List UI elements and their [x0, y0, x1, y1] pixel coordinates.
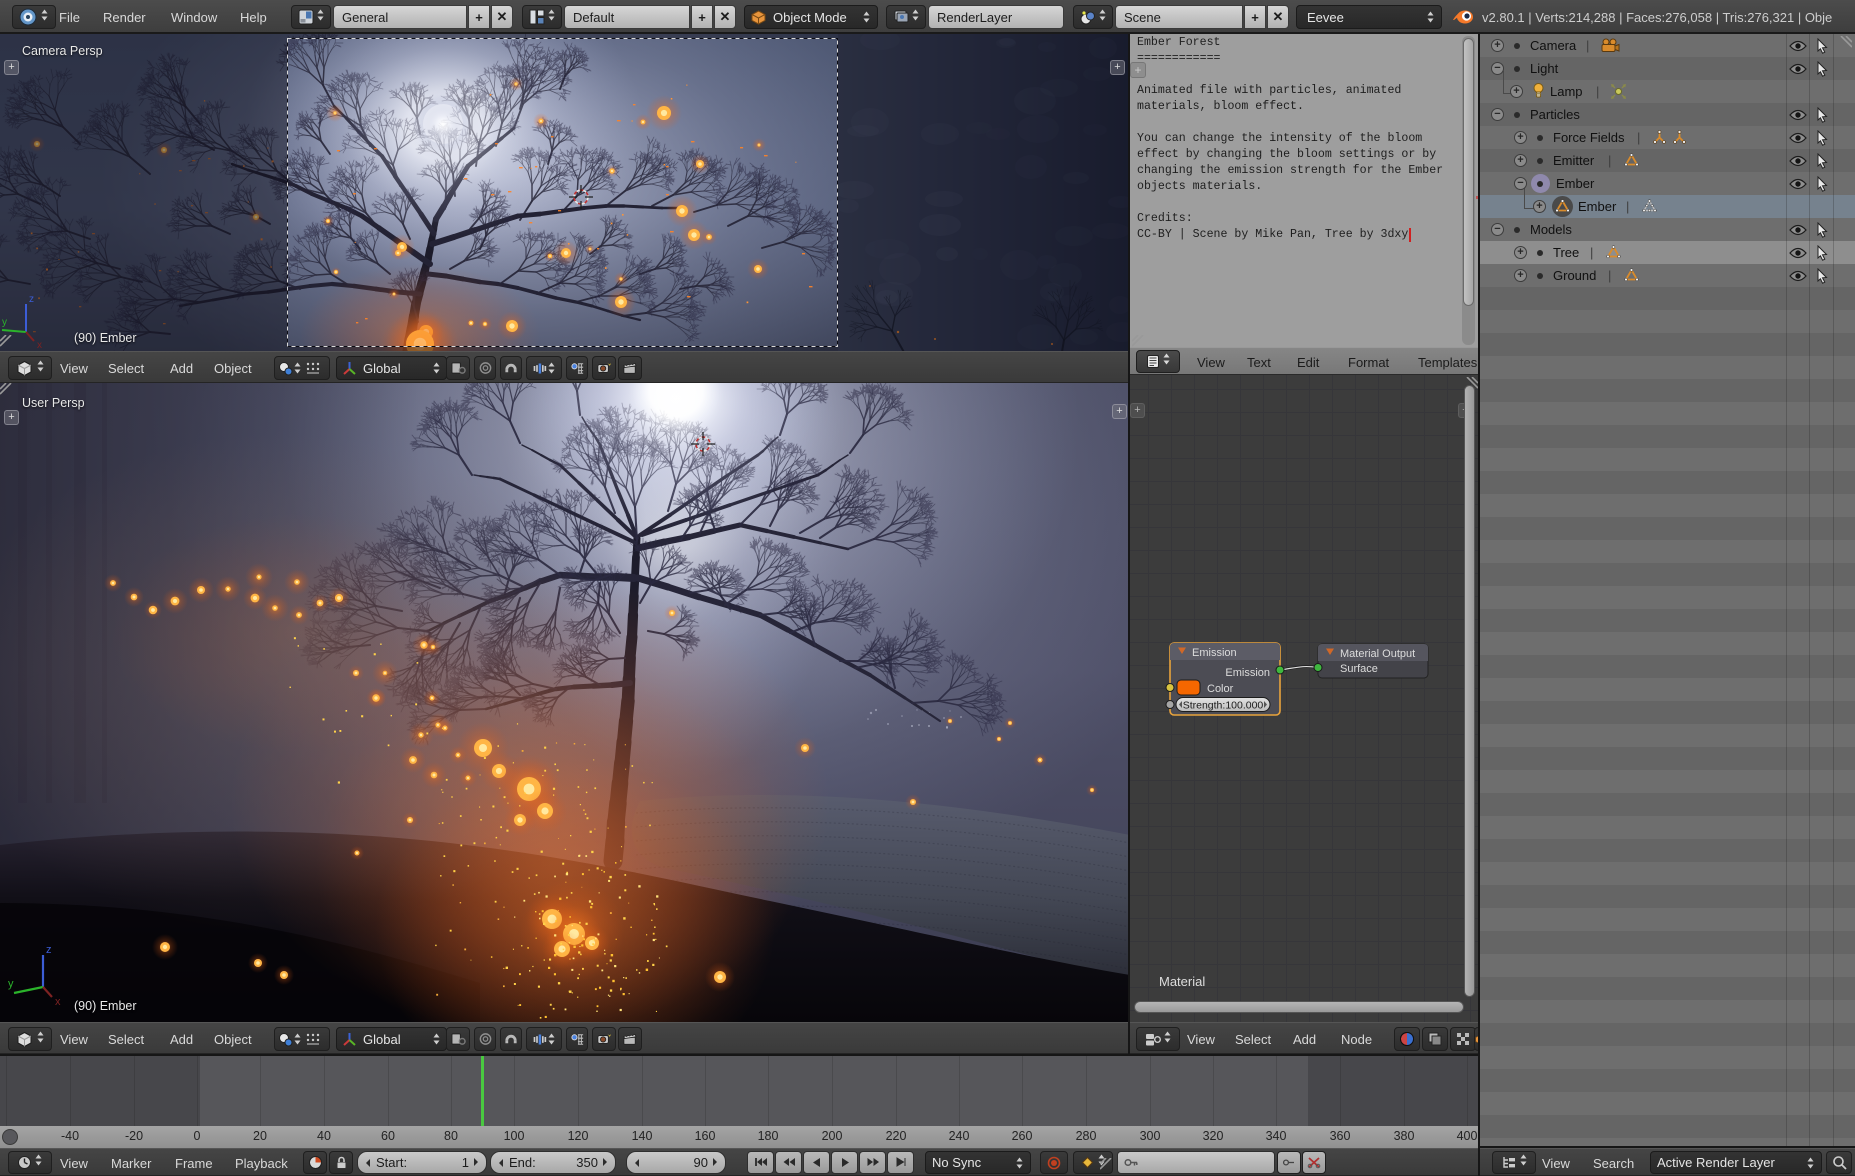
svg-text:x: x	[37, 340, 42, 351]
svg-text:y: y	[2, 317, 7, 328]
svg-text:Color: Color	[1207, 683, 1234, 695]
svg-text:Material Output: Material Output	[1340, 648, 1415, 660]
svg-text:x: x	[55, 996, 61, 1008]
svg-text:Emission: Emission	[1225, 667, 1270, 679]
svg-text:Surface: Surface	[1340, 663, 1378, 675]
svg-text:z: z	[29, 294, 34, 305]
svg-text:Strength:100.000: Strength:100.000	[1183, 700, 1264, 712]
svg-text:y: y	[8, 978, 14, 990]
svg-text:z: z	[46, 944, 52, 956]
svg-text:Emission: Emission	[1192, 647, 1237, 659]
